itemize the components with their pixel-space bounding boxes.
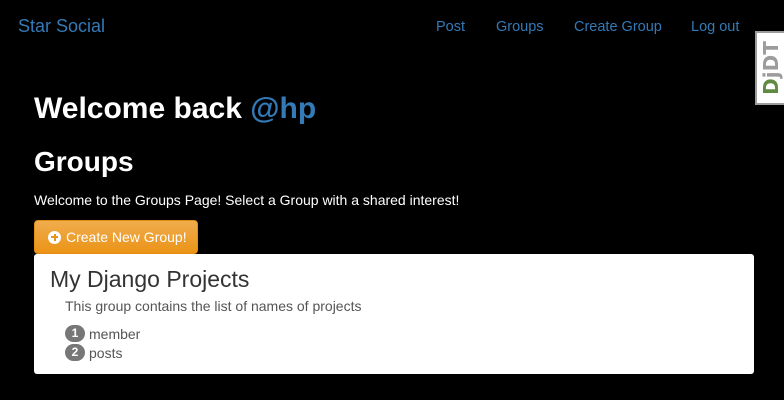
- welcome-heading: Welcome back @hp: [34, 92, 316, 126]
- group-post-stat: 2 posts: [65, 344, 122, 361]
- group-card: My Django Projects This group contains t…: [34, 254, 754, 374]
- navbar: Star Social Post Groups Create Group Log…: [0, 0, 784, 54]
- member-count-badge: 1: [65, 325, 85, 342]
- nav-create-group-link[interactable]: Create Group: [574, 19, 662, 35]
- nav-groups-link[interactable]: Groups: [496, 19, 544, 35]
- brand-link[interactable]: Star Social: [18, 16, 105, 37]
- post-label: posts: [89, 344, 123, 361]
- welcome-username: @hp: [250, 92, 317, 125]
- create-new-group-label: Create New Group!: [66, 229, 187, 245]
- nav-logout-link[interactable]: Log out: [691, 19, 739, 35]
- create-new-group-button[interactable]: Create New Group!: [34, 220, 198, 254]
- debug-toolbar-d: D: [758, 78, 783, 95]
- member-label: member: [89, 325, 141, 342]
- group-name-link[interactable]: My Django Projects: [50, 266, 249, 293]
- debug-toolbar-rest: jDT: [758, 41, 783, 79]
- groups-description: Welcome to the Groups Page! Select a Gro…: [34, 192, 460, 208]
- group-member-stat: 1 member: [65, 325, 140, 342]
- plus-circle-icon: [48, 230, 61, 244]
- post-count-badge: 2: [65, 344, 85, 361]
- debug-toolbar-handle[interactable]: DjDT: [755, 31, 784, 105]
- group-description: This group contains the list of names of…: [65, 298, 362, 314]
- welcome-prefix: Welcome back: [34, 92, 242, 125]
- debug-toolbar-logo: DjDT: [759, 41, 783, 95]
- nav-post-link[interactable]: Post: [436, 19, 465, 35]
- groups-title: Groups: [34, 146, 134, 177]
